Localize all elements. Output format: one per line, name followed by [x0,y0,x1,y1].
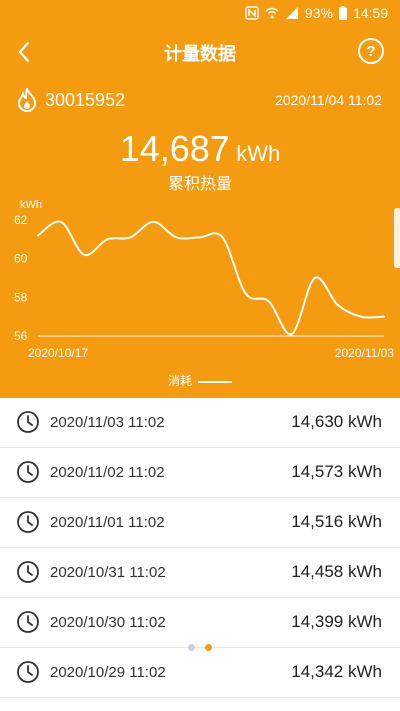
record-time: 2020/10/30 11:02 [50,614,166,631]
record-list: 2020/11/03 11:02 14,630 kWh 2020/11/02 11:… [0,398,400,698]
record-time: 2020/11/03 11:02 [50,414,165,431]
list-item[interactable]: 2020/11/01 11:02 14,516 kWh [0,498,400,548]
nav-bar: 计量数据 ? [0,30,400,74]
meter-id: 30015952 [45,90,126,110]
nfc-icon [245,6,259,20]
help-button[interactable]: ? [358,38,384,64]
y-tick-label: 56 [14,329,28,343]
chart-side-tab[interactable] [394,208,400,268]
chart-ylabel: kWh [20,199,42,211]
fire-icon [17,88,37,112]
clock-icon [17,511,39,533]
legend-line [198,380,232,383]
header-panel: 93% 14:59 计量数据 ? 30015952 2020/11/04 11:… [0,0,400,398]
battery-icon [338,6,347,20]
record-value: 14,399 kWh [291,612,382,631]
consumption-chart[interactable]: kWh 62 60 58 56 2020/10/17 2020/11/03 [0,190,400,390]
meter-info: 30015952 2020/11/04 11:02 [16,88,382,112]
list-item[interactable]: 2020/11/02 11:02 14,573 kWh [0,448,400,498]
record-value: 14,573 kWh [291,462,382,481]
total-value: 14,687 [119,128,230,169]
list-item[interactable]: 2020/10/30 11:02 14,399 kWh [0,598,400,648]
record-time: 2020/10/31 11:02 [50,564,166,581]
list-item[interactable]: 2020/11/03 11:02 14,630 kWh [0,398,400,448]
meter-timestamp: 2020/11/04 11:02 [275,92,382,108]
x-end-label: 2020/11/03 [335,346,394,360]
y-tick-label: 60 [14,252,28,266]
pager-dots [0,644,400,651]
clock-icon [17,561,39,583]
clock-icon [17,611,39,633]
total-unit: kWh [236,141,281,166]
list-item[interactable]: 2020/10/31 11:02 14,458 kWh [0,548,400,598]
pager-dot[interactable] [205,644,212,651]
status-bar: 93% 14:59 [0,0,400,28]
page-title: 计量数据 [164,44,236,64]
clock-icon [17,461,39,483]
record-time: 2020/10/29 11:02 [50,664,166,681]
y-tick-label: 62 [14,213,28,227]
list-item[interactable]: 2020/10/29 11:02 14,342 kWh [0,648,400,698]
record-value: 14,516 kWh [291,512,382,531]
clock-icon [17,411,39,433]
legend-label: 消耗 [167,374,192,388]
clock-icon [17,661,39,683]
record-time: 2020/11/02 11:02 [50,464,165,481]
record-value: 14,630 kWh [291,412,382,431]
total-reading: 14,687 kWh [0,128,400,170]
signal-icon [285,7,298,19]
pager-dot[interactable] [188,644,195,651]
y-tick-label: 58 [14,290,28,304]
wifi-icon [265,7,279,19]
record-value: 14,458 kWh [291,562,382,581]
record-value: 14,342 kWh [291,662,382,681]
x-start-label: 2020/10/17 [28,346,88,360]
chart-legend: 消耗 [0,372,400,389]
series-line [37,220,385,336]
battery-percent: 93% [304,5,333,21]
status-time: 14:59 [352,5,388,21]
record-time: 2020/11/01 11:02 [50,514,165,531]
